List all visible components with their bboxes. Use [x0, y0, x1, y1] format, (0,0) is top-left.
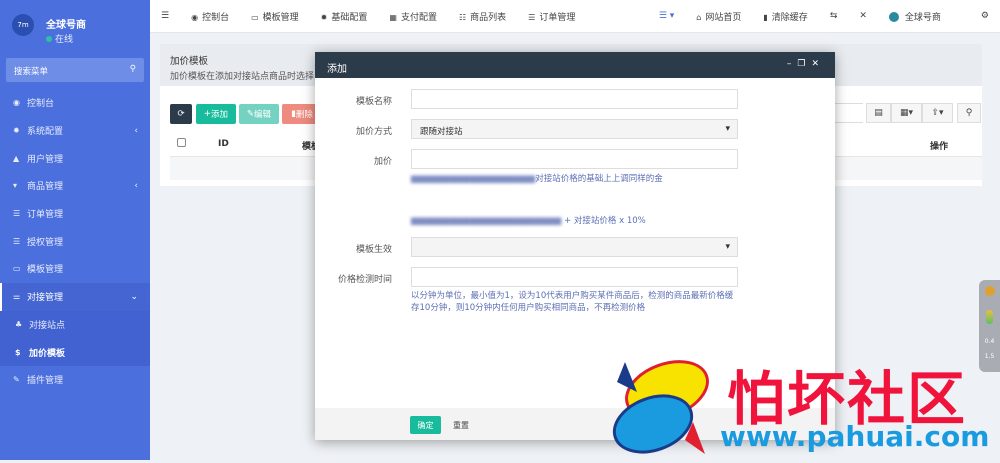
user-name: 全球号商 [46, 20, 86, 31]
formula-help: ▆▆▆▆▆▆▆▆▆▆▆▆▆▆▆▆▆▆▆▆▆▆▆ + 对接站价格 x 10% [411, 216, 646, 226]
search-icon[interactable]: ⚲ [130, 64, 136, 74]
top-nav: ☰ ◉ 控制台 ▭ 模板管理 ✹ 基础配置 ▦ 支付配置 ☷ 商品列表 ☰ 订单管理 ☰ ▾… [150, 0, 1000, 33]
list-icon: ☰ [528, 12, 536, 22]
nav-payment[interactable]: ▦ 支付配置 [378, 10, 448, 23]
sidebar-item-docking[interactable]: ⚌ 对接管理 ⌄ [0, 282, 150, 311]
dialog-header: 添加 –❐✕ [315, 52, 835, 78]
template-icon: ▭ [251, 12, 259, 22]
fish-logo [612, 360, 709, 454]
badge-icon [984, 286, 995, 296]
dashboard-icon: ◉ [13, 98, 20, 108]
avatar: 7m [12, 14, 34, 36]
sidebar-item-price-templates[interactable]: $ 加价模板 [0, 338, 150, 366]
settings-icon[interactable]: ⚙ [970, 11, 1000, 21]
sidebar-item-goods[interactable]: ▾ 商品管理 ‹ [0, 172, 150, 200]
nav-goods[interactable]: ☷ 商品列表 [448, 10, 517, 23]
sidebar: 7m 全球号商 在线 搜索菜单 ⚲ ◉ 控制台 ✹ 系统配置 ‹ ▲ 用户管理 ▾ 商品管理… [0, 0, 150, 460]
add-button[interactable]: + 添加 [196, 104, 236, 124]
fullscreen-icon[interactable]: ✕ [848, 11, 878, 21]
traffic-icon [986, 310, 993, 324]
minimize-icon[interactable]: – [787, 59, 798, 69]
menu-search-input[interactable]: 搜索菜单 ⚲ [6, 58, 144, 82]
nav-templates[interactable]: ▭ 模板管理 [240, 10, 310, 23]
chevron-down-icon: ⌄ [130, 291, 138, 302]
dashboard-icon: ◉ [191, 12, 199, 22]
nav-dashboard[interactable]: ◉ 控制台 [180, 10, 240, 23]
grid-icon: ▦▾ [899, 108, 914, 118]
sidebar-item-auth[interactable]: ☰ 授权管理 [0, 227, 150, 255]
sidebar-item-plugins[interactable]: ✎ 插件管理 [0, 366, 150, 394]
sidebar-item-users[interactable]: ▲ 用户管理 [0, 144, 150, 172]
template-icon: ▭ [13, 264, 21, 274]
template-name-label: 模板名称 [355, 97, 392, 107]
gear-icon: ✹ [320, 12, 328, 22]
table-icon: ▤ [874, 108, 883, 118]
dollar-icon: $ [15, 347, 21, 357]
price-check-help: 以分钟为单位，最小值为1，设为10代表用户购买某件商品后，检测的商品最新价格缓存… [411, 291, 734, 313]
maximize-icon[interactable]: ❐ [797, 59, 811, 69]
list-icon: ☰ [13, 236, 21, 246]
markup-help: ▆▆▆▆▆▆▆▆▆▆▆▆▆▆▆▆▆▆▆对接站价格的基础上上调同样的金 [411, 174, 663, 184]
sidebar-item-dashboard[interactable]: ◉ 控制台 [0, 89, 150, 117]
reset-button[interactable]: 重置 [447, 416, 475, 434]
template-name-input[interactable] [411, 89, 738, 109]
refresh-icon: ⟳ [177, 109, 185, 119]
list-icon: ☷ [458, 12, 467, 22]
search-icon: ⚲ [965, 108, 973, 118]
export-icon: ⇪▾ [931, 108, 944, 118]
dialog-title: 添加 [327, 64, 347, 75]
refresh-button[interactable]: ⟳ [170, 104, 192, 124]
grid-icon: ▦ [389, 12, 397, 22]
avatar [888, 12, 899, 22]
columns-dropdown[interactable]: ▦▾ [891, 103, 922, 123]
nav-clear-cache[interactable]: ▮ 清除缓存 [752, 10, 818, 23]
export-dropdown[interactable]: ⇪▾ [922, 103, 953, 123]
nav-home[interactable]: ⌂ 网站首页 [685, 10, 752, 23]
translate-icon[interactable]: ⇆ [819, 11, 849, 21]
multi-menu-dropdown[interactable]: ☰ ▾ [648, 11, 685, 21]
column-ops: 操作 [930, 142, 949, 152]
sidebar-item-templates[interactable]: ▭ 模板管理 [0, 255, 150, 283]
menu-toggle-icon[interactable]: ☰ [150, 11, 180, 21]
markup-mode-select[interactable]: 跟随对接站 [411, 119, 738, 139]
watermark: 怕坏社区 www.pahuai.com [605, 352, 989, 463]
markup-mode-label: 加价方式 [355, 127, 392, 137]
markup-label: 加价 [373, 157, 392, 167]
price-check-label: 价格检测时间 [337, 275, 392, 285]
toggle-view-button[interactable]: ▤ [866, 103, 891, 123]
select-all-checkbox[interactable] [177, 138, 186, 147]
price-check-input[interactable] [411, 267, 738, 287]
user-icon: ▲ [13, 153, 20, 163]
user-menu[interactable]: 全球号商 [878, 10, 952, 23]
chevron-left-icon: ‹ [134, 125, 138, 136]
sidebar-item-docking-sites[interactable]: ♣ 对接站点 [0, 310, 150, 339]
user-panel: 7m 全球号商 在线 [0, 0, 150, 52]
markup-input[interactable] [411, 149, 738, 169]
plug-icon: ✎ [13, 375, 20, 385]
close-icon[interactable]: ✕ [811, 59, 825, 69]
edit-button[interactable]: ✎ 编辑 [239, 104, 279, 124]
trash-icon: ▮ [763, 12, 768, 22]
sidebar-item-system[interactable]: ✹ 系统配置 ‹ [0, 117, 150, 145]
sidebar-menu: ◉ 控制台 ✹ 系统配置 ‹ ▲ 用户管理 ▾ 商品管理 ‹ ☰ 订单管理 ☰ 授权管理 ▭ 模板… [0, 89, 150, 394]
list-icon: ☰ [13, 209, 21, 219]
nav-basic-config[interactable]: ✹ 基础配置 [310, 10, 379, 23]
template-effect-select[interactable] [411, 237, 738, 257]
sitemap-icon: ♣ [15, 319, 23, 329]
template-effect-label: 模板生效 [355, 245, 392, 255]
column-id[interactable]: ID [218, 139, 229, 149]
online-dot-icon [46, 36, 52, 42]
advanced-search-button[interactable]: ⚲ [957, 103, 981, 123]
chevron-left-icon: ‹ [134, 180, 138, 191]
floating-widget[interactable]: 0.4 1.5 [979, 280, 1000, 372]
cart-icon: ▾ [13, 181, 18, 191]
home-icon: ⌂ [696, 12, 702, 22]
sidebar-item-orders[interactable]: ☰ 订单管理 [0, 200, 150, 228]
confirm-button[interactable]: 确定 [410, 416, 441, 434]
sliders-icon: ⚌ [13, 292, 21, 302]
nav-orders[interactable]: ☰ 订单管理 [517, 10, 586, 23]
user-status: 在线 [55, 35, 74, 45]
gear-icon: ✹ [13, 126, 20, 136]
